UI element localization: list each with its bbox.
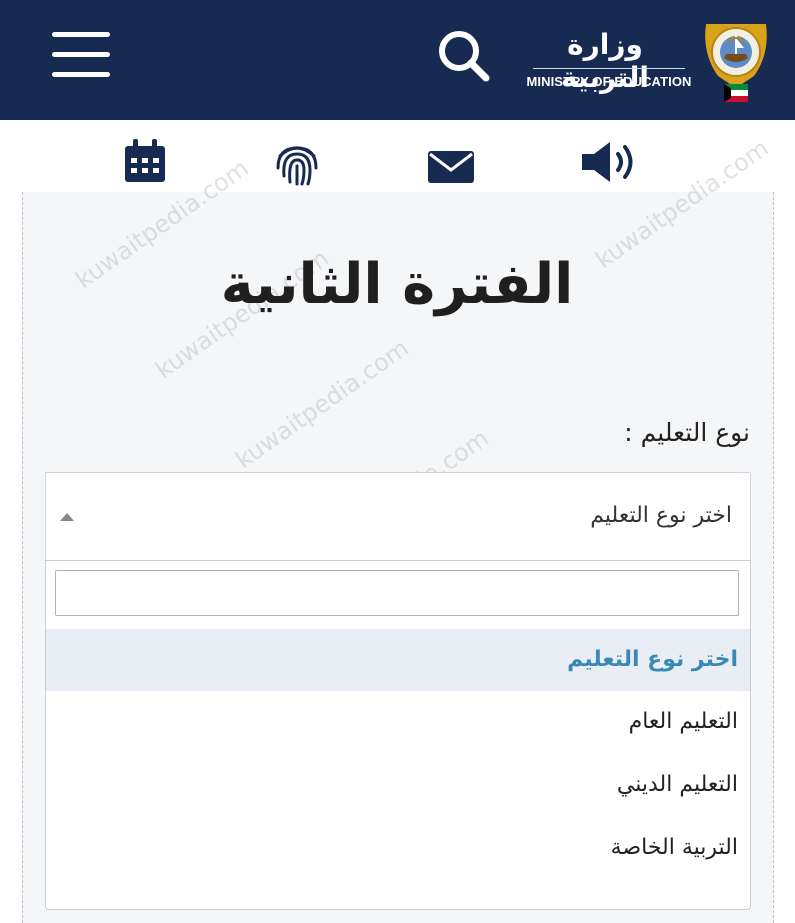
envelope-icon[interactable] xyxy=(427,150,475,184)
page-title: الفترة الثانية xyxy=(220,252,574,317)
dropdown-option[interactable]: اختر نوع التعليم xyxy=(46,629,750,691)
education-type-label: نوع التعليم : xyxy=(624,418,750,447)
dropdown-option[interactable]: التعليم العام xyxy=(46,691,750,753)
top-header: وزارة التربية MINISTRY OF EDUCATION xyxy=(0,0,795,120)
dropdown-option[interactable]: التعليم الديني xyxy=(46,754,750,816)
select-current-value: اختر نوع التعليم xyxy=(590,503,732,528)
kuwait-emblem-icon[interactable] xyxy=(698,14,774,106)
education-type-select[interactable]: اختر نوع التعليم xyxy=(45,472,751,561)
ministry-name-english: MINISTRY OF EDUCATION xyxy=(526,74,692,89)
quick-icon-bar xyxy=(0,120,795,192)
chevron-up-icon xyxy=(60,513,74,521)
dropdown-search-input[interactable] xyxy=(55,570,739,616)
search-icon[interactable] xyxy=(436,28,492,84)
education-type-dropdown: اختر نوع التعليم التعليم العام التعليم ا… xyxy=(45,560,751,910)
speaker-icon[interactable] xyxy=(580,138,642,186)
calendar-icon[interactable] xyxy=(123,138,167,184)
dropdown-option[interactable]: التربية الخاصة xyxy=(46,817,750,879)
fingerprint-icon[interactable] xyxy=(272,138,322,188)
logo-divider xyxy=(533,68,685,69)
hamburger-menu-icon[interactable] xyxy=(52,30,110,80)
